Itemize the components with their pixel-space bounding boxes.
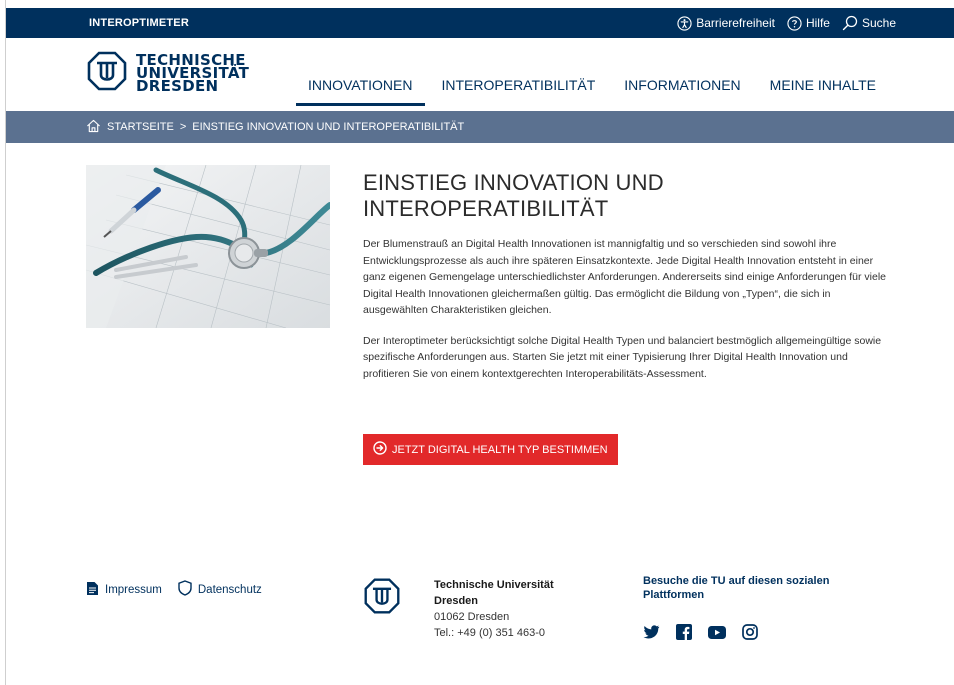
breadcrumb-separator: >: [179, 121, 187, 133]
nav-item-meine-inhalte[interactable]: MEINE INHALTE: [758, 66, 888, 106]
stethoscope-image: [86, 165, 330, 328]
main-nav: INNOVATIONEN INTEROPERATIBILITÄT INFORMA…: [296, 66, 888, 106]
facebook-icon[interactable]: [676, 624, 692, 645]
tu-dresden-logo[interactable]: TECHNISCHE UNIVERSITÄT DRESDEN: [86, 50, 249, 97]
intro-paragraph: Der Blumenstrauß an Digital Health Innov…: [363, 238, 887, 316]
privacy-link[interactable]: Datenschutz: [178, 580, 262, 599]
logo-wordmark: TECHNISCHE UNIVERSITÄT DRESDEN: [136, 51, 250, 95]
social-title: Besuche die TU auf diesen sozialen Platt…: [643, 575, 830, 601]
tu-seal-footer-icon: [363, 577, 401, 620]
accessibility-link[interactable]: Barrierefreiheit: [677, 15, 775, 31]
app-name[interactable]: INTEROPTIMETER: [89, 8, 189, 38]
accessibility-icon: [677, 15, 692, 31]
top-bar: INTEROPTIMETER Barrierefreiheit Hilfe Su…: [6, 8, 954, 38]
help-link[interactable]: Hilfe: [787, 15, 830, 31]
footer-links: Impressum Datenschutz: [86, 580, 262, 599]
imprint-link[interactable]: Impressum: [86, 580, 162, 599]
nav-item-informationen[interactable]: INFORMATIONEN: [612, 66, 752, 106]
twitter-icon[interactable]: [643, 625, 660, 644]
org-name: Technische Universität Dresden: [434, 579, 554, 607]
arrow-circle-icon: [373, 441, 387, 458]
document-icon: [86, 581, 99, 599]
determine-health-type-button[interactable]: JETZT DIGITAL HEALTH TYP BESTIMMEN: [363, 434, 618, 465]
nav-item-interoperatibilitaet[interactable]: INTEROPERATIBILITÄT: [430, 66, 608, 106]
search-label: Suche: [861, 16, 896, 30]
main-content: EINSTIEG INNOVATION UND INTEROPERATIBILI…: [363, 170, 893, 396]
breadcrumb-current: EINSTIEG INNOVATION UND INTEROPERATIBILI…: [192, 121, 465, 133]
search-link[interactable]: Suche: [842, 15, 896, 31]
social-section: Besuche die TU auf diesen sozialen Platt…: [643, 574, 853, 645]
page-title: EINSTIEG INNOVATION UND INTEROPERATIBILI…: [363, 170, 664, 221]
youtube-icon[interactable]: [708, 625, 726, 644]
cta-label: JETZT DIGITAL HEALTH TYP BESTIMMEN: [392, 443, 608, 456]
home-icon[interactable]: [86, 119, 101, 136]
help-label: Hilfe: [805, 16, 830, 30]
postal-address: 01062 Dresden: [434, 611, 510, 623]
top-tools: Barrierefreiheit Hilfe Suche: [677, 8, 896, 38]
imprint-label: Impressum: [105, 583, 162, 596]
social-icons: [643, 624, 853, 645]
privacy-label: Datenschutz: [197, 583, 262, 596]
instagram-icon[interactable]: [742, 624, 758, 645]
shield-icon: [178, 580, 192, 599]
footer-address: Technische Universität Dresden 01062 Dre…: [434, 577, 554, 641]
tu-seal-icon: [86, 50, 128, 97]
description-paragraph: Der Interoptimeter berücksichtigt solche…: [363, 334, 882, 380]
search-icon: [842, 15, 858, 31]
accessibility-label: Barrierefreiheit: [696, 16, 775, 30]
help-icon: [787, 15, 802, 31]
site-header: TECHNISCHE UNIVERSITÄT DRESDEN INNOVATIO…: [6, 38, 954, 111]
breadcrumb: STARTSEITE > EINSTIEG INNOVATION UND INT…: [6, 111, 954, 143]
phone-number: Tel.: +49 (0) 351 463-0: [434, 627, 545, 639]
nav-item-innovationen[interactable]: INNOVATIONEN: [296, 66, 425, 106]
breadcrumb-home[interactable]: STARTSEITE: [107, 121, 174, 133]
